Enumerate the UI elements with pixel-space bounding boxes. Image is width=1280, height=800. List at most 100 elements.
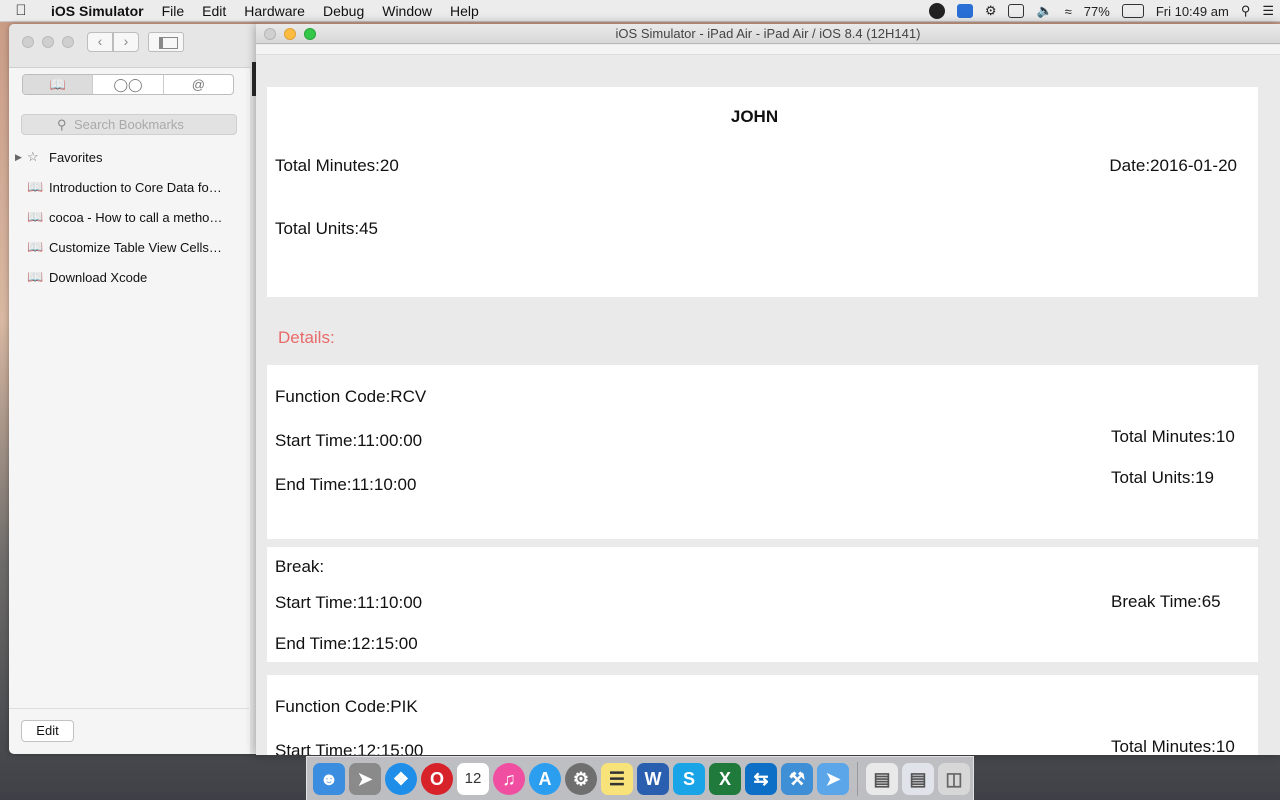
gear-status-icon[interactable]: ⚙ — [985, 3, 997, 19]
finder-icon[interactable]: ☻ — [313, 762, 345, 800]
menu-help[interactable]: Help — [441, 3, 488, 19]
close-icon[interactable] — [264, 28, 276, 40]
volume-icon[interactable]: 🔈 — [1036, 3, 1052, 19]
start-time: Start Time:12:15:00 — [275, 741, 424, 755]
divider — [9, 708, 249, 709]
menu-file[interactable]: File — [153, 3, 194, 19]
battery-percent: 77% — [1083, 3, 1110, 19]
search-placeholder: Search Bookmarks — [74, 117, 184, 132]
word-icon[interactable]: W — [637, 762, 669, 800]
menu-bar:  iOS Simulator File Edit Hardware Debug… — [0, 0, 1280, 22]
spotlight-icon[interactable]: ⚲ — [1241, 3, 1251, 19]
menu-hardware[interactable]: Hardware — [235, 3, 314, 19]
star-icon: ☆ — [27, 149, 39, 164]
zoom-icon[interactable] — [62, 36, 74, 48]
favorites-folder[interactable]: ▶ ☆ Favorites — [9, 142, 249, 172]
bookmark-label: Customize Table View Cells… — [49, 239, 222, 255]
book-icon: 📖 — [27, 269, 44, 284]
opera-icon[interactable]: O — [421, 762, 453, 800]
status-area: ⚙ 🔈 ≈ 77% Fri 10:49 am ⚲ ☰ — [923, 0, 1280, 22]
back-button[interactable]: ‹ — [87, 32, 113, 52]
detail-card[interactable]: Function Code:PIK Start Time:12:15:00 To… — [267, 675, 1258, 755]
break-time: Break Time:65 — [1111, 592, 1221, 611]
itunes-icon[interactable]: ♫ — [493, 762, 525, 800]
search-icon: ⚲ — [57, 117, 67, 132]
bookmark-item[interactable]: 📖 cocoa - How to call a metho… — [9, 202, 249, 232]
calendar-date: 12 — [464, 769, 482, 787]
ipad-screen: JOHN Total Minutes:20 Date:2016-01-20 To… — [256, 45, 1280, 755]
book-icon: 📖 — [27, 209, 44, 224]
disclosure-triangle-icon[interactable]: ▶ — [15, 152, 25, 163]
bookmark-label: cocoa - How to call a metho… — [49, 209, 223, 225]
book-icon: 📖 — [27, 239, 44, 254]
shared-links-tab[interactable]: @ — [164, 75, 233, 94]
detail-card[interactable]: Function Code:RCV Start Time:11:00:00 En… — [267, 365, 1258, 539]
simulator-window: iOS Simulator - iPad Air - iPad Air / iO… — [256, 24, 1280, 755]
menu-debug[interactable]: Debug — [314, 3, 373, 19]
close-icon[interactable] — [22, 36, 34, 48]
summary-date: Date:2016-01-20 — [1109, 156, 1237, 175]
simulator-titlebar: iOS Simulator - iPad Air - iPad Air / iO… — [256, 24, 1280, 44]
instruments-icon[interactable]: ➤ — [817, 762, 849, 800]
xcode-icon[interactable]: ⚒ — [781, 762, 813, 800]
teamviewer-icon[interactable]: ⇆ — [745, 762, 777, 800]
book-icon: 📖 — [27, 179, 44, 194]
skype-icon[interactable]: S — [673, 762, 705, 800]
zoom-icon[interactable] — [304, 28, 316, 40]
documents-stack-icon[interactable]: ▤ — [866, 762, 898, 800]
details-heading: Details: — [278, 328, 335, 347]
bookmarks-window: ‹ › 📖 ◯◯ @ ⚲ Search Bookmarks ▶ ☆ Favori… — [9, 24, 259, 754]
check-status-icon[interactable] — [1008, 4, 1025, 18]
reading-list-tab-icon[interactable]: ◯◯ — [93, 75, 164, 94]
entry-total-minutes: Total Minutes:10 — [1111, 737, 1235, 755]
menu-edit[interactable]: Edit — [193, 3, 235, 19]
break-card[interactable]: Break: Start Time:11:10:00 End Time:12:1… — [267, 547, 1258, 662]
menu-window[interactable]: Window — [373, 3, 441, 19]
excel-icon[interactable]: X — [709, 762, 741, 800]
app-store-icon[interactable]: A — [529, 762, 561, 800]
status-bar — [256, 45, 1280, 55]
forward-button[interactable]: › — [113, 32, 139, 52]
safari-icon[interactable]: ❖ — [385, 762, 417, 800]
creative-cloud-icon[interactable] — [928, 3, 945, 19]
sidebar-toggle-button[interactable] — [148, 32, 184, 52]
launchpad-icon[interactable]: ➤ — [349, 762, 381, 800]
search-bookmarks-input[interactable]: ⚲ Search Bookmarks — [21, 114, 237, 135]
entry-total-units: Total Units:19 — [1111, 468, 1214, 487]
summary-total-minutes: Total Minutes:20 — [275, 156, 399, 175]
dock-separator — [857, 761, 858, 796]
bookmark-item[interactable]: 📖 Customize Table View Cells… — [9, 232, 249, 262]
favorites-label: Favorites — [49, 149, 103, 165]
bookmark-item[interactable]: 📖 Download Xcode — [9, 262, 249, 292]
minimize-icon[interactable] — [284, 28, 296, 40]
bookmark-item[interactable]: 📖 Introduction to Core Data fo… — [9, 172, 249, 202]
dock: ☻ ➤ ❖ O 12 ♫ A ⚙ ☰ W S X ⇆ ⚒ ➤ ▤ ▤ ◫ — [306, 756, 974, 800]
battery-icon[interactable] — [1121, 4, 1144, 18]
clock[interactable]: Fri 10:49 am — [1156, 4, 1229, 19]
bookmarks-tab-icon[interactable]: 📖 — [23, 75, 94, 94]
bookmarks-toolbar: ‹ › — [9, 24, 259, 68]
apple-icon[interactable]:  — [0, 2, 42, 19]
summary-card: JOHN Total Minutes:20 Date:2016-01-20 To… — [267, 87, 1258, 297]
system-preferences-icon[interactable]: ⚙ — [565, 762, 597, 800]
menu-app[interactable]: iOS Simulator — [42, 3, 153, 19]
employee-name: JOHN — [730, 107, 779, 126]
bookmarks-list: ▶ ☆ Favorites 📖 Introduction to Core Dat… — [9, 142, 249, 292]
end-time: End Time:11:10:00 — [275, 475, 417, 494]
break-title: Break: — [275, 557, 325, 576]
function-code: Function Code:PIK — [275, 697, 418, 716]
summary-total-units: Total Units:45 — [275, 219, 378, 238]
notes-icon[interactable]: ☰ — [601, 762, 633, 800]
bookmark-label: Download Xcode — [49, 269, 148, 285]
calendar-icon[interactable]: 12 — [457, 762, 489, 800]
skype-status-icon[interactable] — [956, 4, 973, 18]
trash-icon[interactable]: ◫ — [938, 762, 970, 800]
end-time: End Time:12:15:00 — [275, 634, 418, 653]
downloads-stack-icon[interactable]: ▤ — [902, 762, 934, 800]
function-code: Function Code:RCV — [275, 387, 427, 406]
start-time: Start Time:11:00:00 — [275, 431, 423, 450]
notification-center-icon[interactable]: ☰ — [1262, 3, 1274, 19]
wifi-icon[interactable]: ≈ — [1065, 4, 1072, 19]
minimize-icon[interactable] — [42, 36, 54, 48]
edit-button[interactable]: Edit — [21, 720, 74, 742]
